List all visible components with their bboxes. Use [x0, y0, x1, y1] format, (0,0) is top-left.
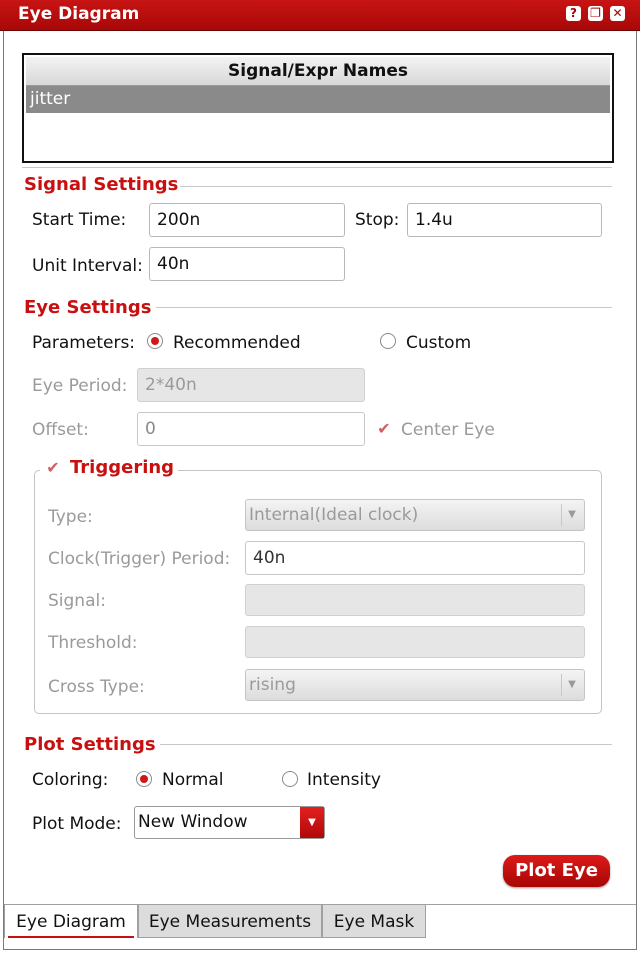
section-divider — [160, 744, 612, 745]
start-time-label: Start Time: — [32, 210, 127, 230]
recommended-radio[interactable] — [147, 333, 163, 349]
coloring-label: Coloring: — [32, 770, 109, 790]
recommended-label[interactable]: Recommended — [173, 333, 301, 353]
close-icon[interactable]: ✕ — [610, 6, 625, 21]
section-divider — [180, 186, 612, 187]
triggering-checkbox[interactable]: ✔ — [45, 460, 61, 476]
tab-eye-measurements[interactable]: Eye Measurements — [138, 904, 322, 938]
clock-period-input[interactable]: 40n — [245, 541, 585, 575]
window-title: Eye Diagram — [18, 4, 140, 24]
clock-period-label: Clock(Trigger) Period: — [48, 549, 231, 569]
offset-input[interactable]: 0 — [137, 412, 365, 446]
unit-interval-input[interactable]: 40n — [149, 247, 345, 281]
unit-interval-label: Unit Interval: — [32, 256, 143, 276]
signal-list[interactable]: Signal/Expr Names jitter — [22, 53, 614, 163]
plot-mode-value: New Window — [138, 812, 248, 832]
center-eye-checkbox[interactable]: ✔ — [376, 421, 392, 437]
type-select[interactable]: Internal(Ideal clock) ▼ — [245, 499, 585, 531]
stop-label: Stop: — [355, 210, 400, 230]
divider — [22, 167, 612, 168]
plot-eye-button[interactable]: Plot Eye — [503, 855, 610, 887]
signal-input[interactable] — [245, 584, 585, 616]
threshold-label: Threshold: — [48, 633, 138, 653]
start-time-input[interactable]: 200n — [149, 203, 345, 237]
stop-input[interactable]: 1.4u — [407, 203, 602, 237]
tab-eye-diagram[interactable]: Eye Diagram — [4, 904, 138, 938]
cross-type-label: Cross Type: — [48, 677, 145, 697]
help-icon[interactable]: ? — [566, 6, 581, 21]
chevron-down-icon: ▼ — [300, 807, 324, 838]
normal-label[interactable]: Normal — [162, 770, 224, 790]
signal-list-item[interactable]: jitter — [26, 86, 610, 113]
section-divider — [156, 307, 612, 308]
signal-label: Signal: — [48, 591, 106, 611]
title-bar: Eye Diagram ? ❐ ✕ — [0, 0, 640, 31]
intensity-label[interactable]: Intensity — [307, 770, 381, 790]
chevron-down-icon: ▼ — [561, 504, 582, 526]
restore-icon[interactable]: ❐ — [588, 6, 603, 21]
eye-period-input[interactable]: 2*40n — [137, 368, 365, 402]
center-eye-label[interactable]: Center Eye — [401, 420, 495, 440]
plot-mode-label: Plot Mode: — [32, 814, 122, 834]
chevron-down-icon: ▼ — [561, 674, 582, 696]
intensity-radio[interactable] — [282, 771, 298, 787]
parameters-label: Parameters: — [32, 333, 136, 353]
eye-period-label: Eye Period: — [32, 376, 128, 396]
signal-settings-title: Signal Settings — [24, 174, 179, 195]
type-select-value: Internal(Ideal clock) — [249, 505, 419, 525]
cross-type-select[interactable]: rising ▼ — [245, 669, 585, 701]
active-tab-indicator — [8, 936, 134, 938]
plot-mode-select[interactable]: New Window ▼ — [134, 806, 325, 839]
threshold-input[interactable] — [245, 626, 585, 658]
offset-label: Offset: — [32, 420, 89, 440]
tab-eye-mask[interactable]: Eye Mask — [322, 904, 426, 938]
plot-settings-title: Plot Settings — [24, 734, 156, 755]
cross-type-select-value: rising — [249, 675, 296, 695]
eye-settings-title: Eye Settings — [24, 297, 152, 318]
signal-list-header[interactable]: Signal/Expr Names — [26, 57, 610, 86]
triggering-title[interactable]: Triggering — [70, 457, 174, 478]
custom-radio[interactable] — [380, 333, 396, 349]
custom-label[interactable]: Custom — [406, 333, 471, 353]
type-label: Type: — [48, 507, 93, 527]
normal-radio[interactable] — [136, 771, 152, 787]
